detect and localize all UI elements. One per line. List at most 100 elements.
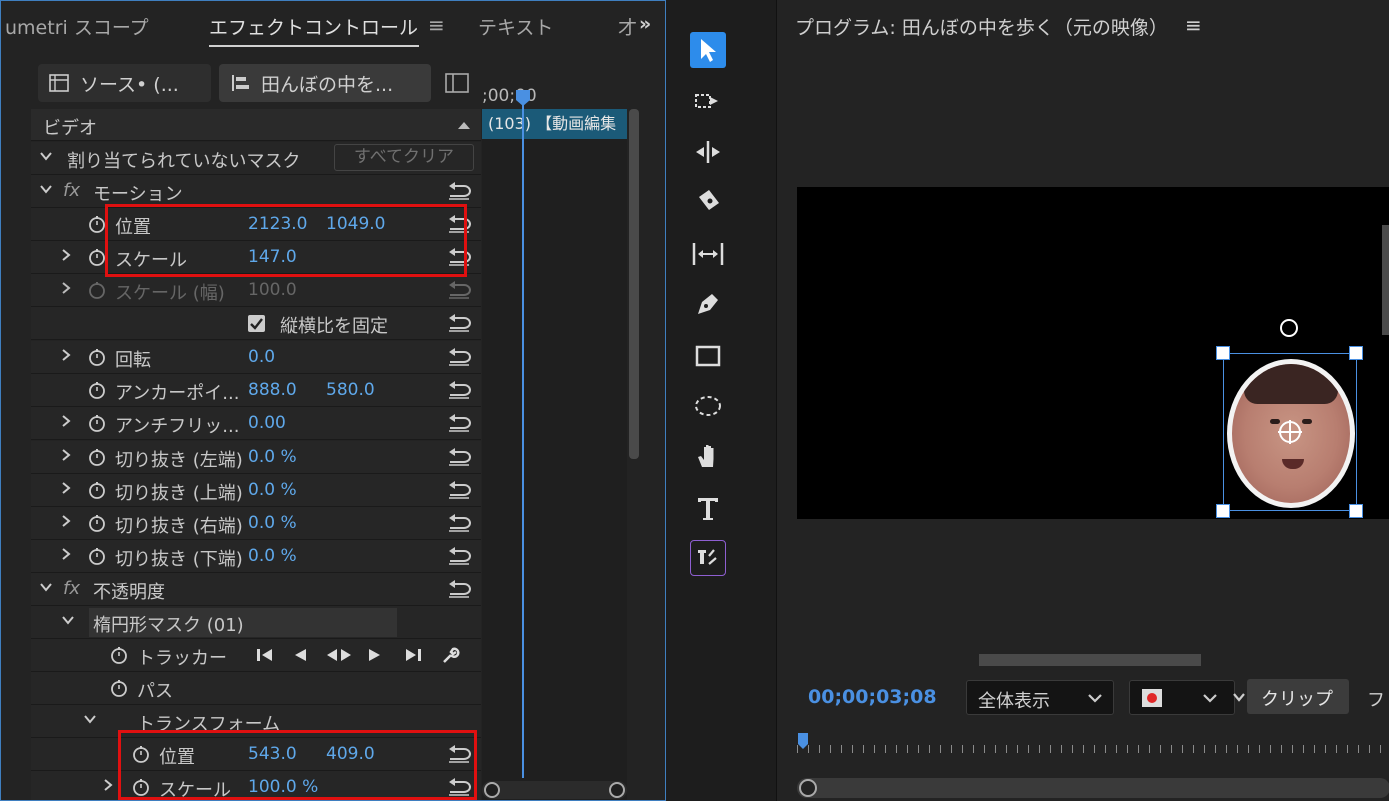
chevron-down-icon[interactable] xyxy=(61,613,75,627)
stopwatch-icon[interactable] xyxy=(87,247,107,267)
tab-truncated[interactable]: 才 xyxy=(618,13,637,40)
panel-scrollbar[interactable] xyxy=(629,109,639,459)
monitor-menu-icon[interactable]: ≡ xyxy=(1185,13,1202,37)
anchor-x-value[interactable]: 888.0 xyxy=(248,380,297,400)
anchor-crosshair-icon[interactable] xyxy=(1276,418,1304,446)
chevron-down-icon[interactable] xyxy=(83,712,97,726)
chevron-right-icon[interactable] xyxy=(59,281,73,295)
reset-icon[interactable] xyxy=(446,446,472,466)
track-select-tool-icon[interactable] xyxy=(690,84,726,120)
monitor-time-ruler[interactable] xyxy=(797,733,1389,755)
stopwatch-icon[interactable] xyxy=(87,480,107,500)
reset-icon[interactable] xyxy=(446,479,472,499)
crop-right-value[interactable]: 0.0 % xyxy=(248,513,297,533)
collapse-up-icon[interactable] xyxy=(457,120,471,130)
stopwatch-icon[interactable] xyxy=(87,513,107,533)
antiflicker-value[interactable]: 0.00 xyxy=(248,413,286,433)
resize-handle-tl[interactable] xyxy=(1216,346,1230,360)
chevron-right-icon[interactable] xyxy=(59,514,73,528)
tab-lumetri-scopes[interactable]: umetri スコープ xyxy=(5,13,149,40)
timeline-zoom-scrollbar[interactable] xyxy=(482,781,627,799)
chevron-right-icon[interactable] xyxy=(59,547,73,561)
razor-tool-icon[interactable] xyxy=(690,184,726,220)
stopwatch-icon[interactable] xyxy=(87,380,107,400)
selection-tool-icon[interactable] xyxy=(690,32,726,68)
zoom-handle-right[interactable] xyxy=(609,782,625,798)
resize-handle-bl[interactable] xyxy=(1216,504,1230,518)
chevron-right-icon[interactable] xyxy=(59,481,73,495)
caption-tool-icon[interactable] xyxy=(690,540,726,576)
toggle-timeline-icon[interactable] xyxy=(445,73,469,93)
tab-text[interactable]: テキスト xyxy=(478,13,553,40)
stopwatch-icon[interactable] xyxy=(87,214,107,234)
chevron-down-icon[interactable] xyxy=(39,149,53,163)
timeline-clip[interactable]: (103) 【動画編集 xyxy=(482,109,627,139)
stopwatch-icon[interactable] xyxy=(87,413,107,433)
reset-icon[interactable] xyxy=(446,346,472,366)
chevron-down-icon[interactable] xyxy=(1233,691,1245,703)
tab-effect-controls[interactable]: エフェクトコントロール xyxy=(209,13,418,40)
rotate-handle[interactable] xyxy=(1280,319,1298,337)
panel-menu-icon[interactable]: ≡ xyxy=(428,13,445,37)
resize-handle-tr[interactable] xyxy=(1349,346,1363,360)
clip-tab[interactable]: クリップ xyxy=(1247,679,1349,714)
source-clip-button[interactable]: ソース• (... xyxy=(38,64,211,102)
next-tab-label[interactable]: フレ xyxy=(1367,686,1389,712)
reset-icon[interactable] xyxy=(446,180,472,200)
reset-icon[interactable] xyxy=(446,578,472,598)
program-monitor-title[interactable]: プログラム: 田んぼの中を歩く（元の映像） xyxy=(795,13,1168,40)
wrench-icon[interactable] xyxy=(440,645,460,665)
chevron-right-icon[interactable] xyxy=(59,414,73,428)
rotation-value[interactable]: 0.0 xyxy=(248,347,275,367)
chevron-down-icon[interactable] xyxy=(39,580,53,594)
monitor-zoom-scrollbar[interactable] xyxy=(797,778,1389,798)
reset-icon[interactable] xyxy=(446,379,472,399)
overflow-chevron-icon[interactable]: » xyxy=(639,13,651,35)
reset-icon[interactable] xyxy=(446,512,472,532)
stopwatch-icon[interactable] xyxy=(109,678,129,698)
uniform-scale-checkbox[interactable] xyxy=(248,315,265,332)
chevron-right-icon[interactable] xyxy=(59,248,73,262)
rectangle-tool-icon[interactable] xyxy=(690,338,726,374)
track-forward-icon[interactable] xyxy=(367,647,383,663)
crop-bottom-value[interactable]: 0.0 % xyxy=(248,546,297,566)
chevron-down-icon[interactable] xyxy=(39,182,53,196)
record-mode-dropdown[interactable] xyxy=(1129,680,1235,715)
stopwatch-icon[interactable] xyxy=(109,645,129,665)
chevron-right-icon[interactable] xyxy=(59,348,73,362)
clear-all-button[interactable]: すべてクリア xyxy=(334,144,474,171)
track-backward-icon[interactable] xyxy=(292,647,308,663)
reset-icon[interactable] xyxy=(446,312,472,332)
pen-tool-icon[interactable] xyxy=(690,286,726,322)
sequence-clip-button[interactable]: 田んぼの中を... xyxy=(219,64,431,102)
chevron-right-icon[interactable] xyxy=(59,448,73,462)
crop-left-value[interactable]: 0.0 % xyxy=(248,447,297,467)
hand-tool-icon[interactable] xyxy=(690,438,726,474)
zoom-dropdown[interactable]: 全体表示 xyxy=(966,680,1114,715)
monitor-zoom-handle[interactable] xyxy=(799,779,817,797)
playhead-marker-icon[interactable] xyxy=(515,89,531,107)
chevron-right-icon[interactable] xyxy=(101,778,115,792)
current-timecode[interactable]: 00;00;03;08 xyxy=(808,686,937,708)
monitor-playhead-icon[interactable] xyxy=(797,732,809,750)
slip-tool-icon[interactable] xyxy=(690,236,726,272)
type-tool-icon[interactable] xyxy=(690,490,726,526)
stopwatch-icon[interactable] xyxy=(87,546,107,566)
track-both-icon[interactable] xyxy=(325,647,353,663)
vertical-scrollbar[interactable] xyxy=(1382,225,1389,335)
resize-handle-br[interactable] xyxy=(1349,504,1363,518)
reset-icon[interactable] xyxy=(446,545,472,565)
horizontal-scrollbar[interactable] xyxy=(979,654,1201,666)
track-backward-one-icon[interactable] xyxy=(255,647,275,663)
ellipse-tool-icon[interactable] xyxy=(690,388,726,424)
stopwatch-icon[interactable] xyxy=(87,347,107,367)
zoom-handle-left[interactable] xyxy=(484,782,500,798)
timeline-ruler[interactable]: ;00;00 xyxy=(482,81,627,109)
fx-icon[interactable]: fx xyxy=(63,578,80,599)
track-forward-one-icon[interactable] xyxy=(403,647,423,663)
ripple-edit-tool-icon[interactable] xyxy=(690,134,726,170)
crop-top-value[interactable]: 0.0 % xyxy=(248,480,297,500)
reset-icon[interactable] xyxy=(446,412,472,432)
anchor-y-value[interactable]: 580.0 xyxy=(326,380,375,400)
fx-icon[interactable]: fx xyxy=(63,180,80,201)
